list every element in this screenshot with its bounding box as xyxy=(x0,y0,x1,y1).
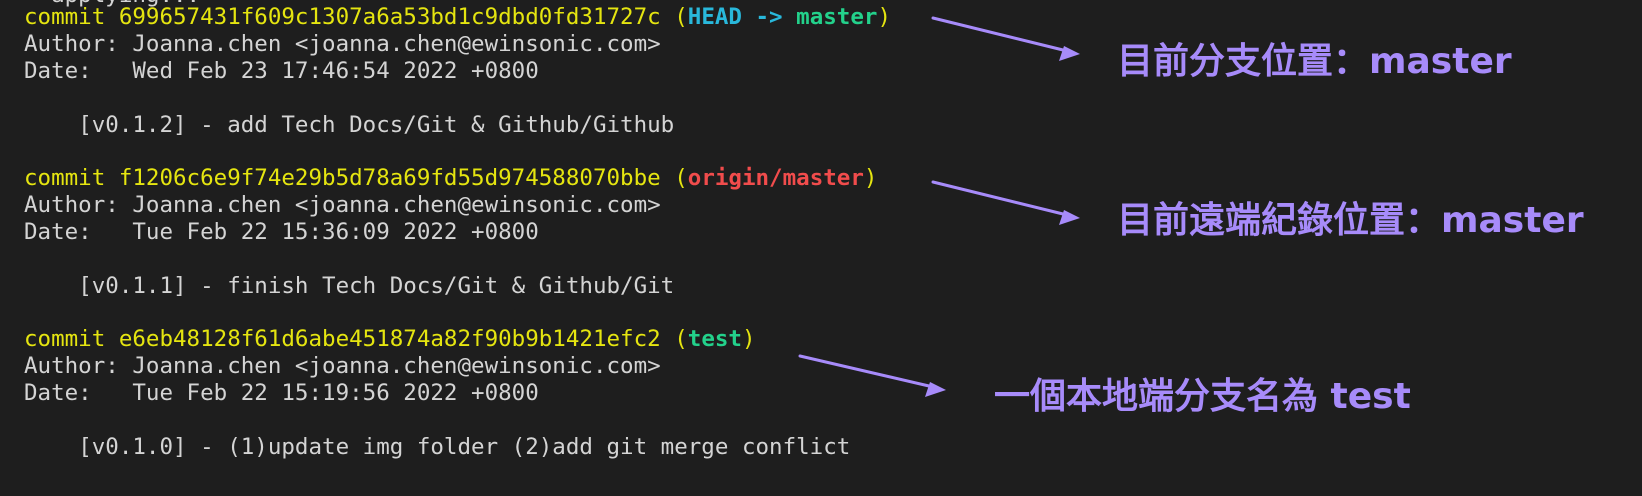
annotation-head-position: 目前分支位置：master xyxy=(1117,41,1512,82)
arrow-icon xyxy=(798,354,946,397)
annotation-remote-position: 目前遠端紀錄位置：master xyxy=(1117,200,1584,241)
arrow-icon xyxy=(931,16,1080,61)
annotation-local-branch: 一個本地端分支名為 test xyxy=(994,376,1411,417)
arrow-icon xyxy=(931,180,1080,225)
